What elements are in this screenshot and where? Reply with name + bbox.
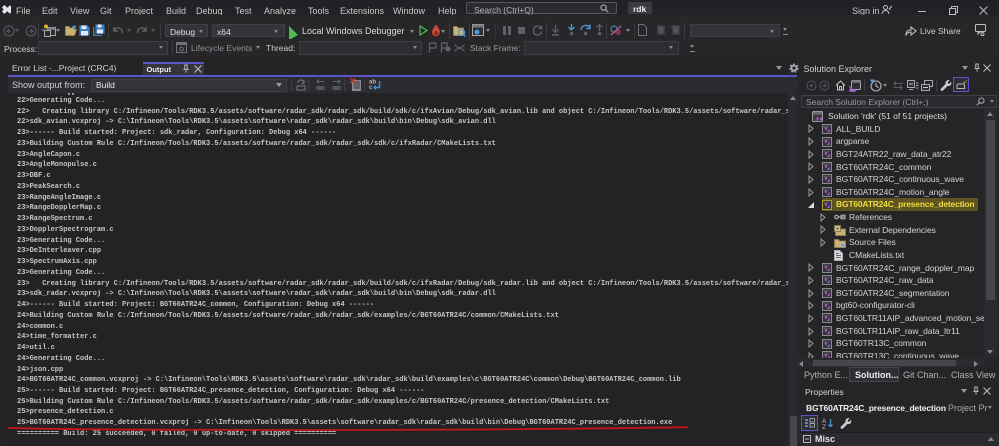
svg-text:Z: Z [822, 424, 826, 429]
svg-text:c: c [369, 85, 373, 91]
